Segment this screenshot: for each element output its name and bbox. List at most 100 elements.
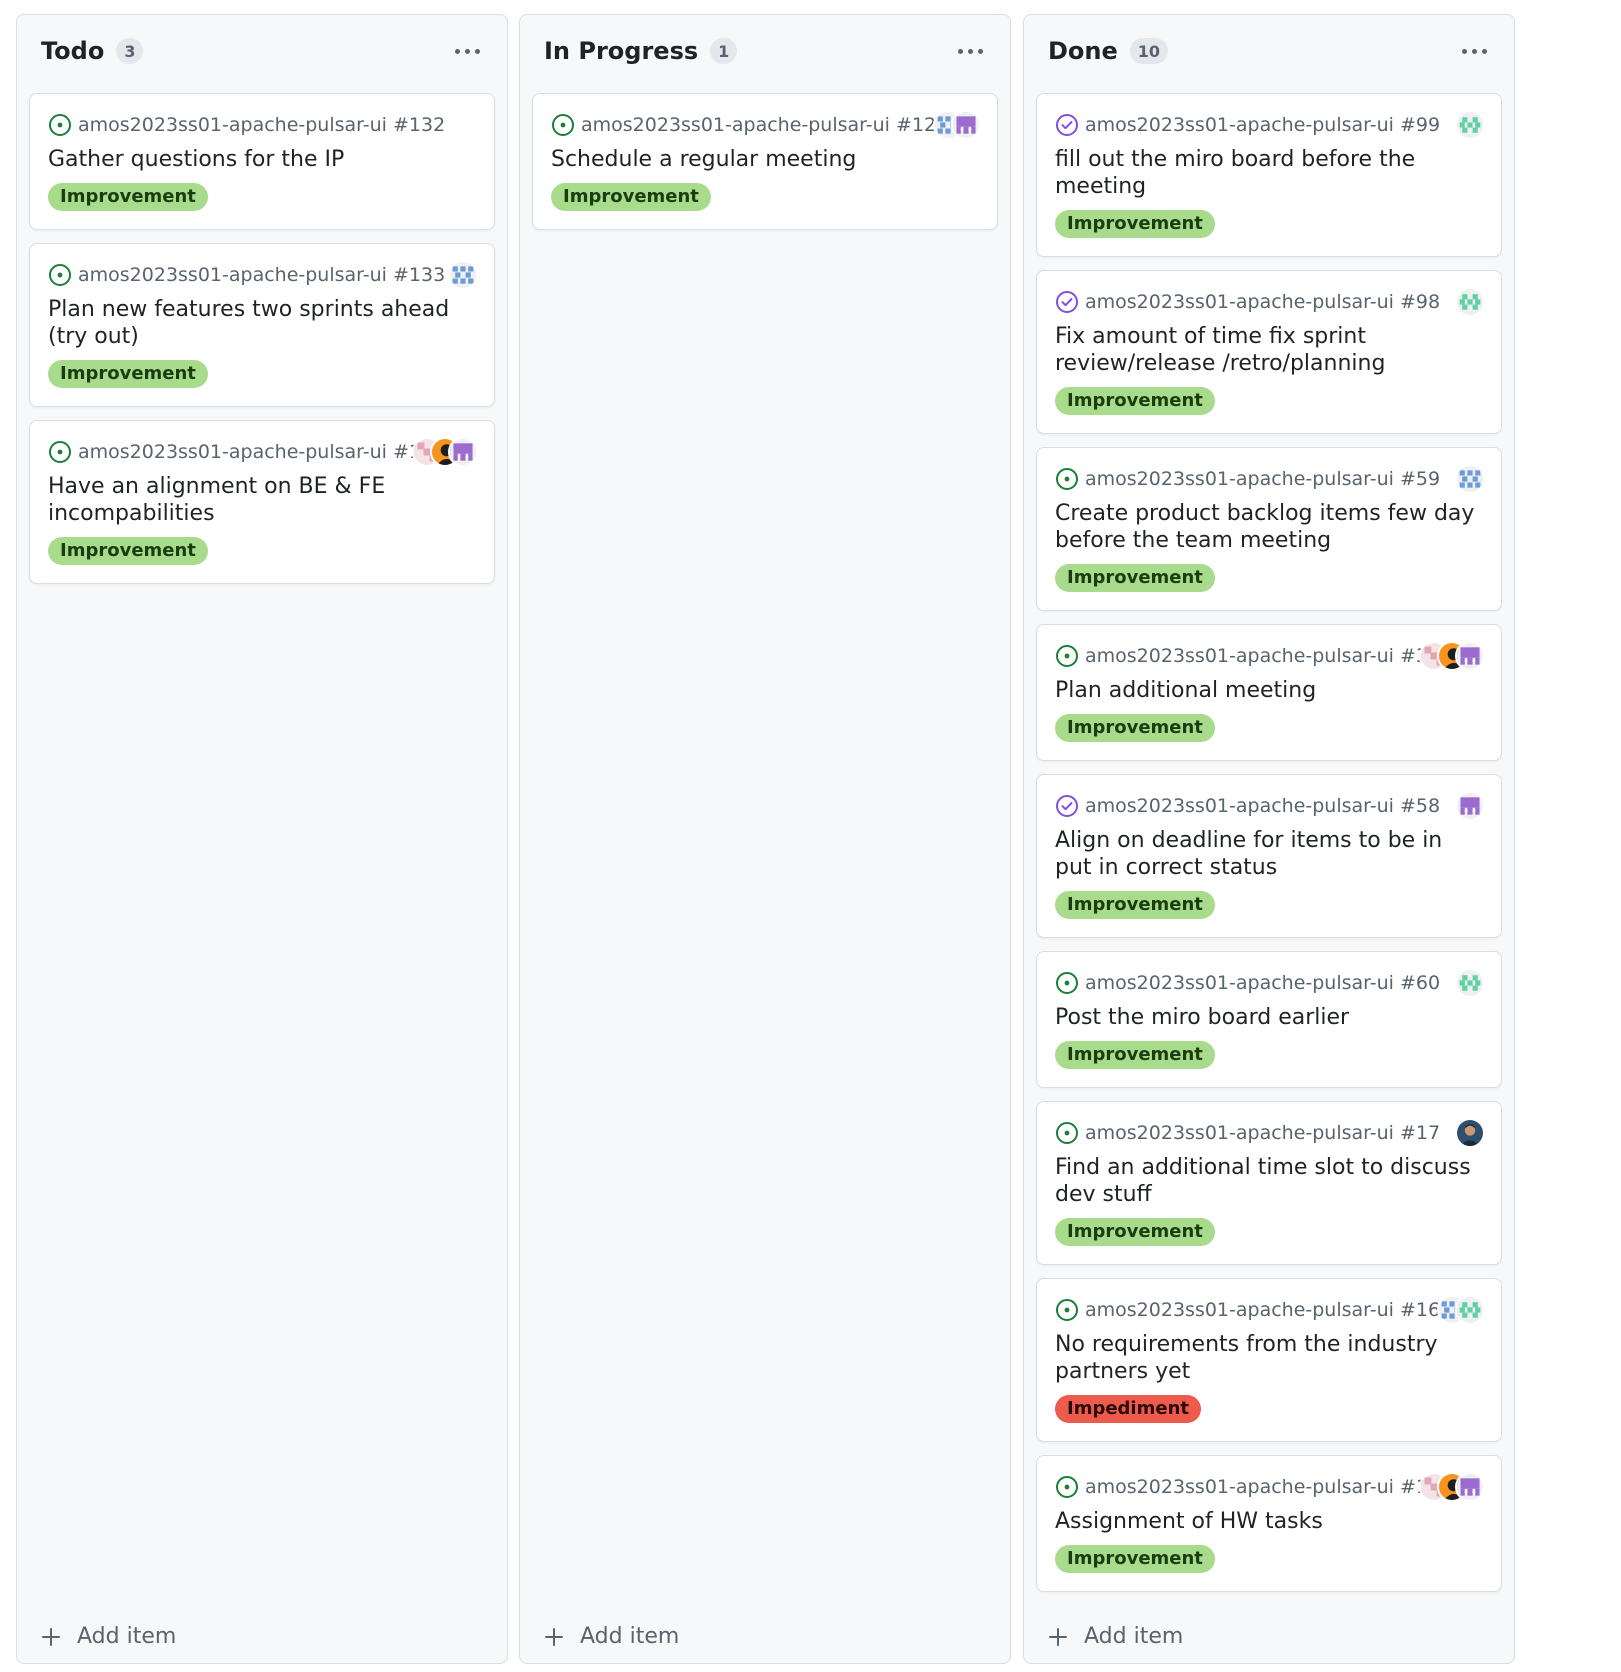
issue-repo-number[interactable]: amos2023ss01-apache-pulsar-ui #134 — [78, 441, 445, 463]
issue-label[interactable]: Improvement — [551, 183, 711, 211]
issue-card[interactable]: amos2023ss01-apache-pulsar-ui #134 Have a… — [29, 420, 495, 584]
issue-repo-number[interactable]: amos2023ss01-apache-pulsar-ui #17 — [1085, 1122, 1440, 1144]
issue-card[interactable]: amos2023ss01-apache-pulsar-ui #99 fill ou… — [1036, 93, 1502, 257]
issue-closed-icon — [1056, 114, 1078, 136]
issue-repo-number[interactable]: amos2023ss01-apache-pulsar-ui #121 — [581, 114, 948, 136]
issue-card[interactable]: amos2023ss01-apache-pulsar-ui #121 Schedu… — [532, 93, 998, 230]
issue-title[interactable]: Schedule a regular meeting — [551, 146, 979, 173]
assignee-avatars[interactable] — [412, 437, 478, 467]
issue-card[interactable]: amos2023ss01-apache-pulsar-ui #60 Post th… — [1036, 951, 1502, 1088]
issue-repo-number[interactable]: amos2023ss01-apache-pulsar-ui #16 — [1085, 1299, 1440, 1321]
ellipsis-dot — [474, 48, 480, 54]
issue-title[interactable]: Gather questions for the IP — [48, 146, 476, 173]
issue-card[interactable]: amos2023ss01-apache-pulsar-ui #17 Find an… — [1036, 1101, 1502, 1265]
issue-title[interactable]: Find an additional time slot to discuss … — [1055, 1154, 1483, 1208]
issue-title[interactable]: Have an alignment on BE & FE incompabili… — [48, 473, 476, 527]
issue-label[interactable]: Improvement — [48, 360, 208, 388]
issue-label[interactable]: Impediment — [1055, 1395, 1201, 1423]
issue-card[interactable]: amos2023ss01-apache-pulsar-ui #133 Plan n… — [29, 243, 495, 407]
avatar[interactable] — [1455, 1295, 1485, 1325]
assignee-avatars[interactable] — [1455, 968, 1485, 998]
issue-open-icon — [49, 114, 71, 136]
avatar[interactable] — [1455, 641, 1485, 671]
avatar[interactable] — [1455, 791, 1485, 821]
issue-closed-icon — [1056, 291, 1078, 313]
column-title-text: Done — [1048, 37, 1118, 65]
issue-repo-number[interactable]: amos2023ss01-apache-pulsar-ui #99 — [1085, 114, 1440, 136]
issue-label[interactable]: Improvement — [1055, 210, 1215, 238]
issue-repo-number[interactable]: amos2023ss01-apache-pulsar-ui #98 — [1085, 291, 1440, 313]
add-item-label: Add item — [580, 1624, 680, 1649]
avatar[interactable] — [1455, 464, 1485, 494]
issue-label[interactable]: Improvement — [48, 537, 208, 565]
issue-label[interactable]: Improvement — [1055, 1041, 1215, 1069]
column-done: Done 10 amos2023ss01-apache-pulsar-ui #9… — [1023, 14, 1515, 1664]
avatar[interactable] — [1455, 1118, 1485, 1148]
issue-label[interactable]: Improvement — [1055, 387, 1215, 415]
column-item-count: 1 — [710, 38, 738, 64]
issue-reference: amos2023ss01-apache-pulsar-ui #133 — [48, 262, 476, 288]
add-item-button[interactable]: Add item — [1048, 1624, 1183, 1649]
assignee-avatars[interactable] — [1419, 1472, 1485, 1502]
issue-repo-number[interactable]: amos2023ss01-apache-pulsar-ui #133 — [78, 264, 445, 286]
issue-title[interactable]: Align on deadline for items to be in put… — [1055, 827, 1483, 881]
assignee-avatars[interactable] — [1455, 1118, 1485, 1148]
add-item-button[interactable]: Add item — [41, 1624, 176, 1649]
issue-repo-number[interactable]: amos2023ss01-apache-pulsar-ui #59 — [1085, 468, 1440, 490]
issue-reference: amos2023ss01-apache-pulsar-ui #59 — [1055, 466, 1483, 492]
issue-repo-number[interactable]: amos2023ss01-apache-pulsar-ui #132 — [78, 114, 445, 136]
issue-card[interactable]: amos2023ss01-apache-pulsar-ui #98 Fix amo… — [1036, 270, 1502, 434]
column-menu-button[interactable] — [952, 37, 988, 65]
assignee-avatars[interactable] — [1455, 110, 1485, 140]
issue-card[interactable]: amos2023ss01-apache-pulsar-ui #58 Align o… — [1036, 774, 1502, 938]
issue-repo-number[interactable]: amos2023ss01-apache-pulsar-ui #58 — [1085, 795, 1440, 817]
column-items: amos2023ss01-apache-pulsar-ui #132 Gather… — [29, 93, 495, 597]
avatar[interactable] — [1455, 287, 1485, 317]
project-board: Todo 3 amos2023ss01-apache-pulsar-ui #13… — [0, 0, 1621, 1672]
avatar[interactable] — [448, 260, 478, 290]
column-todo: Todo 3 amos2023ss01-apache-pulsar-ui #13… — [16, 14, 508, 1664]
issue-card[interactable]: amos2023ss01-apache-pulsar-ui #16 No requ… — [1036, 1278, 1502, 1442]
issue-title[interactable]: Fix amount of time fix sprint review/rel… — [1055, 323, 1483, 377]
issue-card[interactable]: amos2023ss01-apache-pulsar-ui #33 Plan ad… — [1036, 624, 1502, 761]
issue-repo-number[interactable]: amos2023ss01-apache-pulsar-ui #18 — [1085, 1476, 1440, 1498]
avatar[interactable] — [1455, 110, 1485, 140]
issue-label[interactable]: Improvement — [1055, 714, 1215, 742]
assignee-avatars[interactable] — [1419, 641, 1485, 671]
assignee-avatars[interactable] — [1437, 1295, 1485, 1325]
issue-label[interactable]: Improvement — [1055, 1218, 1215, 1246]
add-item-button[interactable]: Add item — [544, 1624, 679, 1649]
issue-label[interactable]: Improvement — [48, 183, 208, 211]
issue-repo-number[interactable]: amos2023ss01-apache-pulsar-ui #33 — [1085, 645, 1440, 667]
column-menu-button[interactable] — [449, 37, 485, 65]
issue-label[interactable]: Improvement — [1055, 564, 1215, 592]
assignee-avatars[interactable] — [448, 260, 478, 290]
issue-title[interactable]: No requirements from the industry partne… — [1055, 1331, 1483, 1385]
issue-label[interactable]: Improvement — [1055, 891, 1215, 919]
assignee-avatars[interactable] — [933, 110, 981, 140]
issue-card[interactable]: amos2023ss01-apache-pulsar-ui #59 Create … — [1036, 447, 1502, 611]
issue-title[interactable]: Assignment of HW tasks — [1055, 1508, 1483, 1535]
avatar[interactable] — [951, 110, 981, 140]
issue-card[interactable]: amos2023ss01-apache-pulsar-ui #18 Assignm… — [1036, 1455, 1502, 1592]
issue-title[interactable]: Post the miro board earlier — [1055, 1004, 1483, 1031]
avatar[interactable] — [448, 437, 478, 467]
assignee-avatars[interactable] — [1455, 287, 1485, 317]
issue-card[interactable]: amos2023ss01-apache-pulsar-ui #132 Gather… — [29, 93, 495, 230]
assignee-avatars[interactable] — [1455, 464, 1485, 494]
column-menu-button[interactable] — [1456, 37, 1492, 65]
avatar[interactable] — [1455, 1472, 1485, 1502]
issue-title[interactable]: Plan new features two sprints ahead (try… — [48, 296, 476, 350]
issue-label[interactable]: Improvement — [1055, 1545, 1215, 1573]
ellipsis-dot — [1471, 48, 1477, 54]
issue-title[interactable]: Plan additional meeting — [1055, 677, 1483, 704]
issue-reference: amos2023ss01-apache-pulsar-ui #17 — [1055, 1120, 1483, 1146]
assignee-avatars[interactable] — [1455, 791, 1485, 821]
issue-reference: amos2023ss01-apache-pulsar-ui #121 — [551, 112, 979, 138]
avatar[interactable] — [1455, 968, 1485, 998]
issue-title[interactable]: fill out the miro board before the meeti… — [1055, 146, 1483, 200]
plus-icon — [42, 1627, 60, 1646]
issue-title[interactable]: Create product backlog items few day bef… — [1055, 500, 1483, 554]
issue-repo-number[interactable]: amos2023ss01-apache-pulsar-ui #60 — [1085, 972, 1440, 994]
column-in-progress: In Progress 1 amos2023ss01-apache-pulsar… — [519, 14, 1011, 1664]
